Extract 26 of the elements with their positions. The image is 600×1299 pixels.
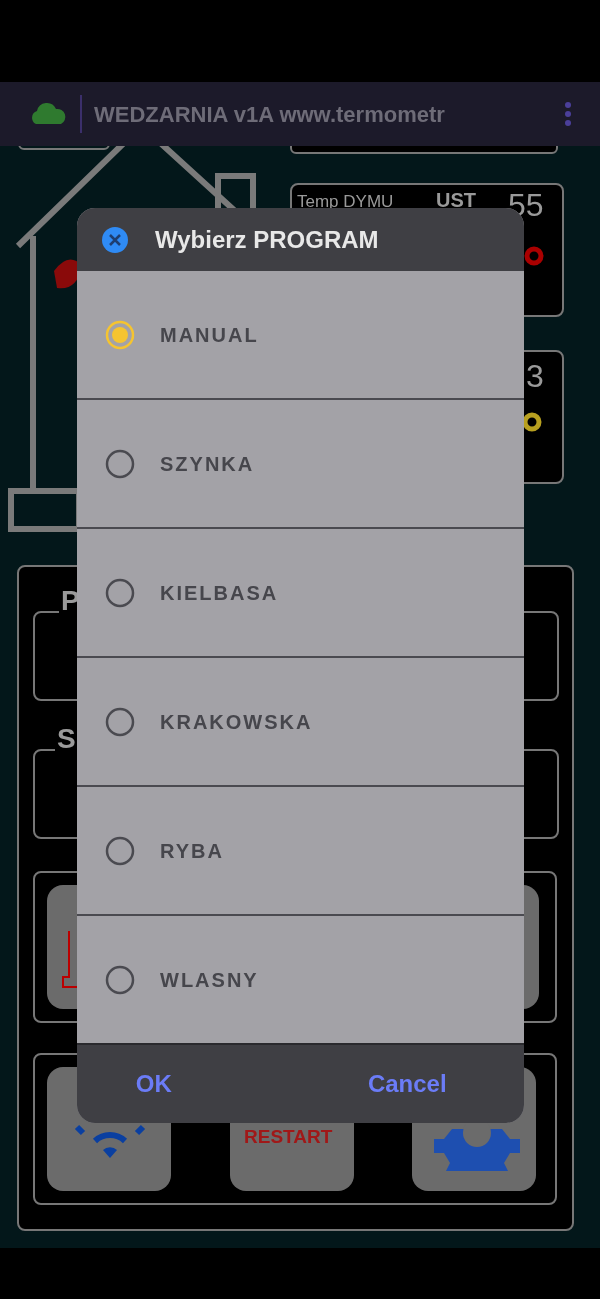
radio-button[interactable]	[105, 448, 135, 479]
app-title: WEDZARNIA v1A www.termometr	[94, 100, 445, 129]
set-label: UST	[436, 190, 476, 210]
more-icon[interactable]	[564, 101, 572, 127]
option-label: KIELBASA	[160, 580, 279, 606]
dialog-title: Wybierz PROGRAM	[155, 224, 379, 255]
option-label: KRAKOWSKA	[160, 709, 313, 735]
program-option[interactable]: KRAKOWSKA	[77, 656, 524, 785]
radio-button[interactable]	[105, 964, 135, 995]
ring-icon	[524, 246, 544, 266]
program-option[interactable]: MANUAL	[77, 271, 524, 398]
option-label: RYBA	[160, 838, 224, 864]
program-option[interactable]: SZYNKA	[77, 398, 524, 527]
radio-button[interactable]	[105, 835, 135, 866]
panel-value: 3	[526, 360, 544, 392]
radio-button[interactable]	[105, 706, 135, 737]
option-label: WLASNY	[160, 967, 259, 993]
option-label: SZYNKA	[160, 451, 255, 477]
program-option[interactable]: RYBA	[77, 785, 524, 914]
wifi-icon	[73, 1123, 147, 1159]
radio-button[interactable]	[105, 577, 135, 608]
option-label: MANUAL	[160, 322, 259, 348]
panel-label: Temp DYMU	[297, 193, 394, 210]
program-option[interactable]: KIELBASA	[77, 527, 524, 656]
ring-icon	[522, 412, 542, 432]
close-icon[interactable]	[101, 225, 129, 254]
